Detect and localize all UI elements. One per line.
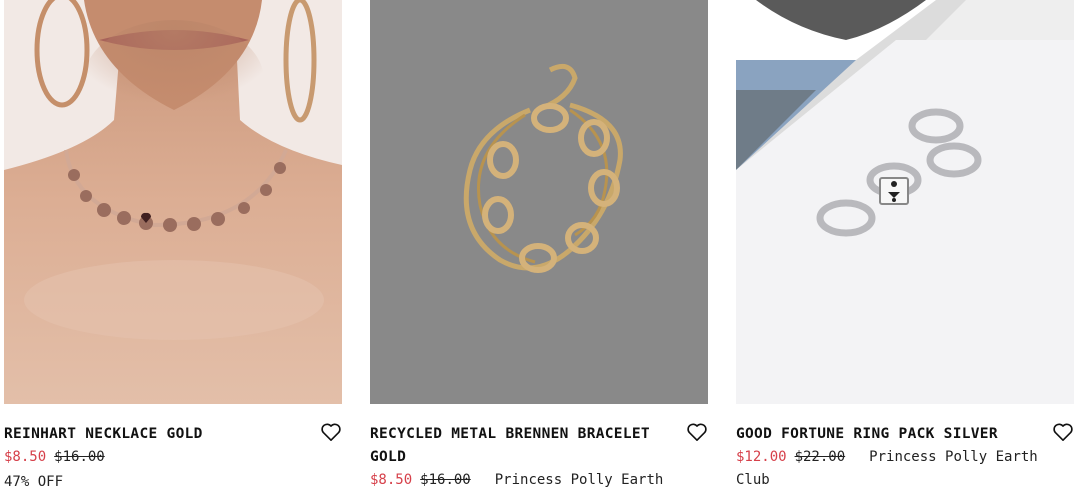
product-title[interactable]: REINHART NECKLACE GOLD bbox=[4, 423, 304, 446]
product-title-line2: GOLD bbox=[370, 449, 407, 465]
sale-price: $8.50 bbox=[370, 472, 413, 488]
ring-pack-photo-icon bbox=[736, 0, 1074, 404]
sustainability-tag[interactable]: Princess Polly Earth bbox=[869, 449, 1038, 465]
necklace-photo-icon bbox=[4, 0, 342, 404]
product-title[interactable]: GOOD FORTUNE RING PACK SILVER bbox=[736, 423, 1036, 446]
sustainability-tag[interactable]: Princess Polly Earth bbox=[495, 472, 664, 488]
sustainability-tag-cont[interactable]: Club bbox=[736, 470, 770, 490]
product-title[interactable]: RECYCLED METAL BRENNEN BRACELET GOLD bbox=[370, 423, 670, 469]
wishlist-heart-icon[interactable] bbox=[1052, 422, 1074, 442]
price-row: $12.00 $22.00 Princess Polly Earth bbox=[736, 447, 1038, 467]
ring-pack-product-image[interactable] bbox=[736, 0, 1074, 404]
original-price: $22.00 bbox=[794, 449, 846, 465]
original-price: $16.00 bbox=[54, 449, 105, 465]
original-price: $16.00 bbox=[420, 472, 471, 488]
wishlist-heart-icon[interactable] bbox=[686, 422, 708, 442]
sale-price: $12.00 bbox=[736, 449, 787, 465]
bracelet-photo-icon bbox=[370, 0, 708, 404]
price-row: $8.50 $16.00 bbox=[4, 447, 105, 467]
product-title-line1: RECYCLED METAL BRENNEN BRACELET bbox=[370, 426, 650, 442]
necklace-product-image[interactable] bbox=[4, 0, 342, 404]
sale-price: $8.50 bbox=[4, 449, 47, 465]
bracelet-product-image[interactable] bbox=[370, 0, 708, 404]
price-row: $8.50 $16.00 Princess Polly Earth bbox=[370, 470, 663, 490]
wishlist-heart-icon[interactable] bbox=[320, 422, 342, 442]
discount-badge: 47% OFF bbox=[4, 474, 64, 490]
